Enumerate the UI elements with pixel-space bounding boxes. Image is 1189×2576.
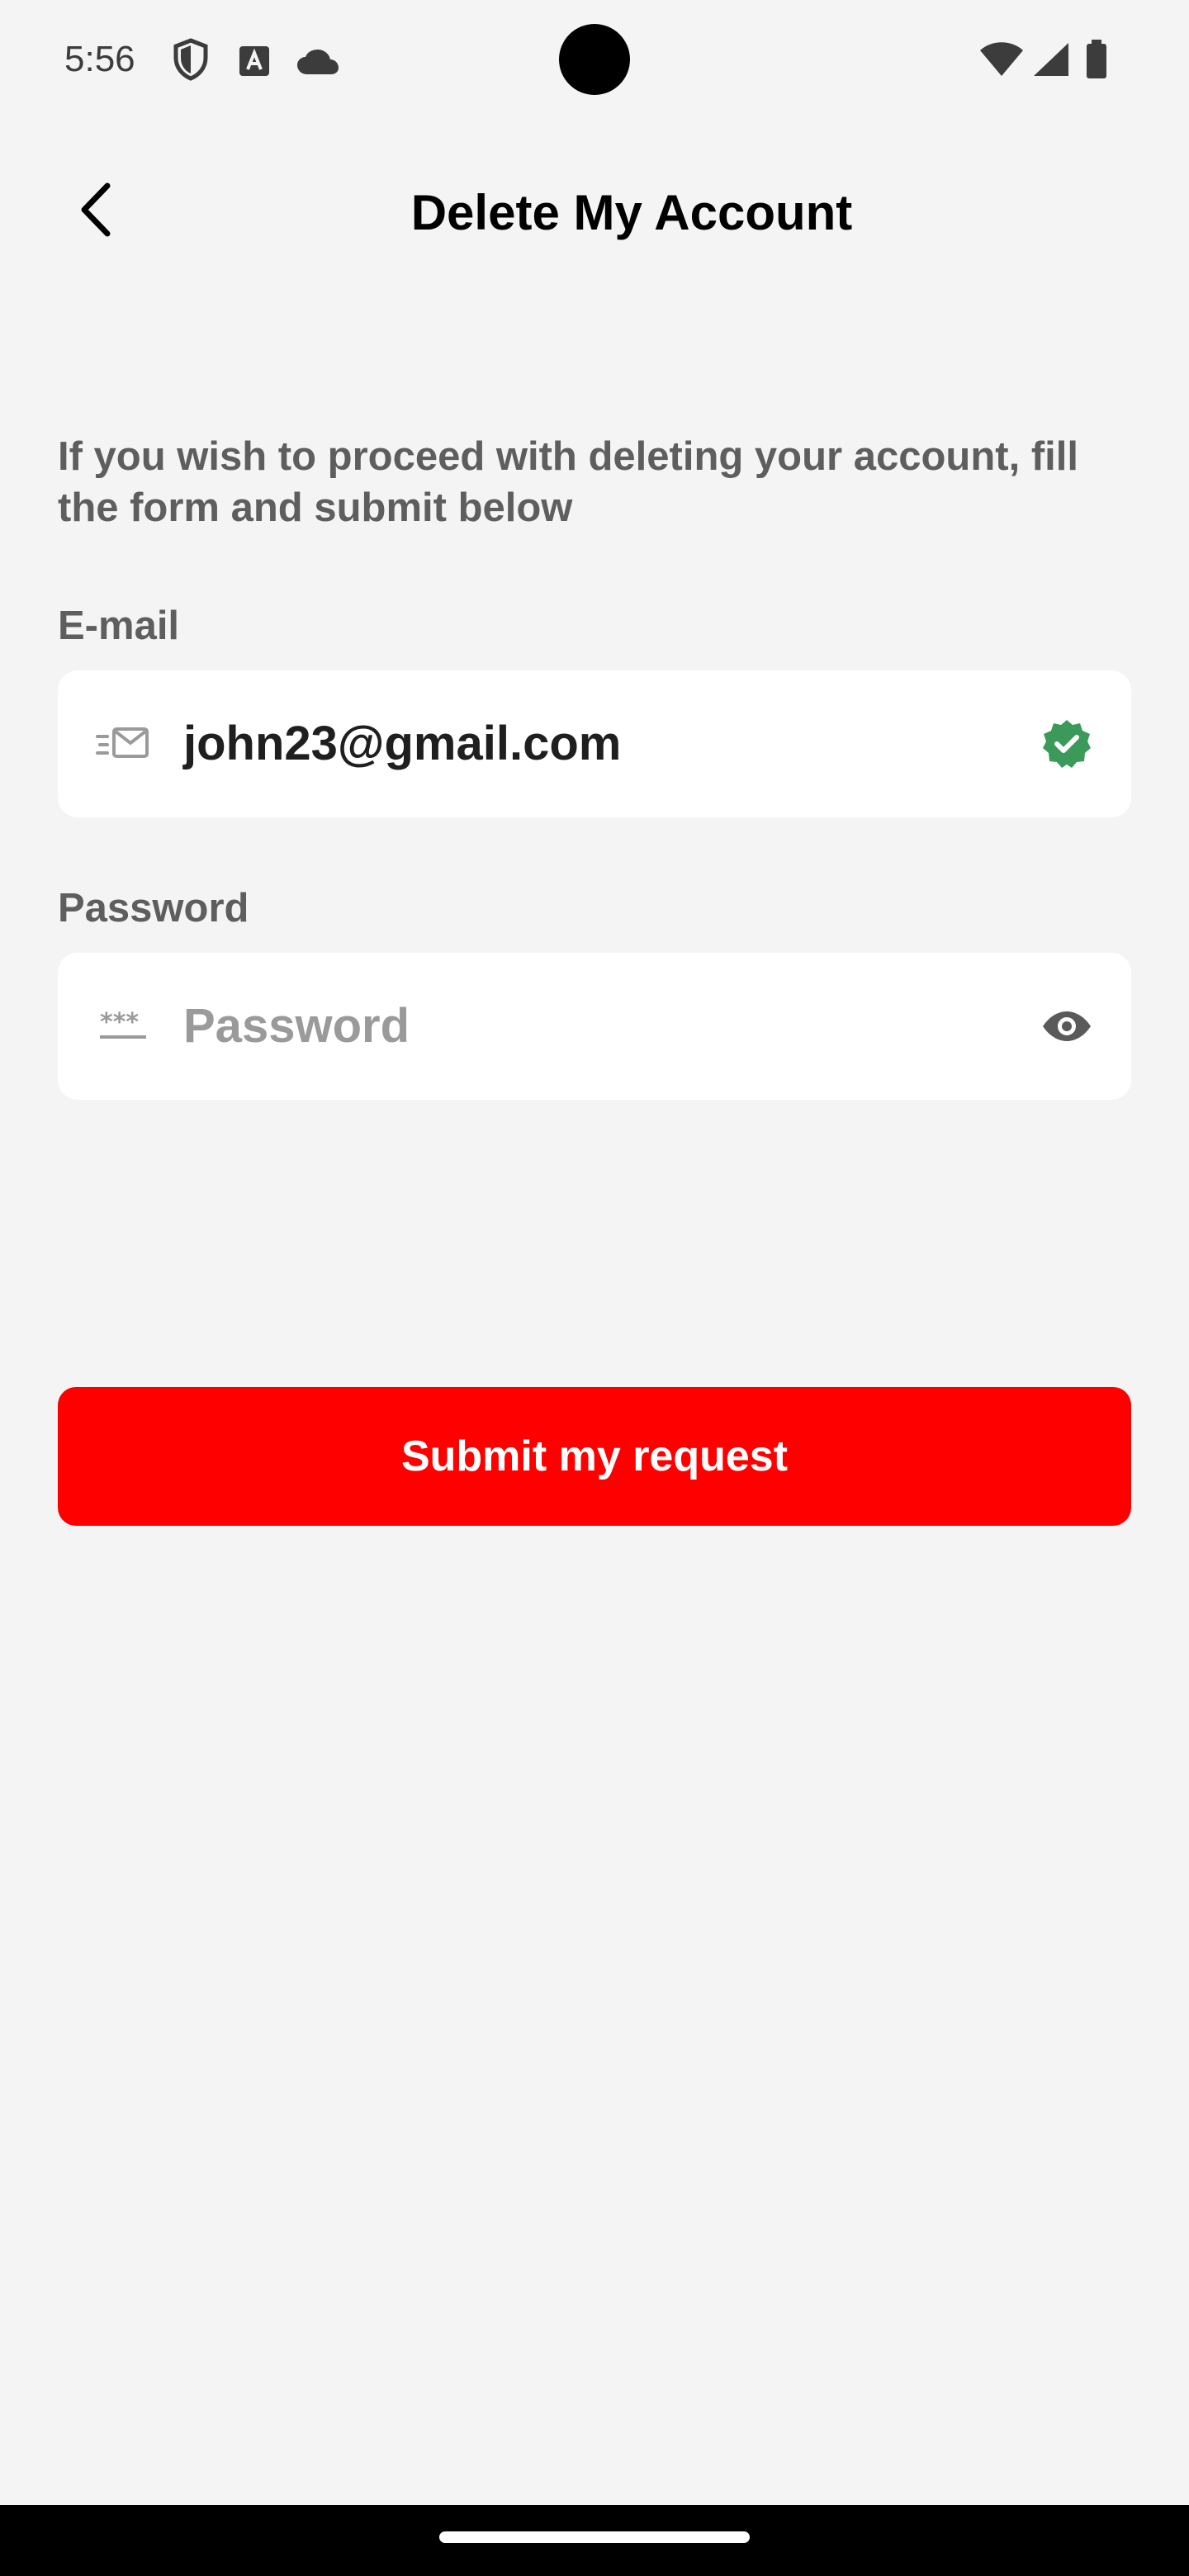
status-time: 5:56 xyxy=(64,39,135,79)
chevron-left-icon xyxy=(78,182,114,241)
password-field[interactable]: *** Password xyxy=(58,953,1131,1100)
mail-icon xyxy=(96,718,150,768)
submit-button[interactable]: Submit my request xyxy=(58,1387,1131,1526)
status-bar: 5:56 xyxy=(0,0,1189,119)
password-dots-icon: *** xyxy=(96,1001,150,1050)
navigation-bar xyxy=(0,2505,1189,2576)
eye-icon[interactable] xyxy=(1039,998,1095,1054)
font-download-icon xyxy=(238,45,271,82)
verified-check-icon xyxy=(1039,716,1095,772)
gesture-handle[interactable] xyxy=(439,2531,750,2543)
battery-icon xyxy=(1085,40,1108,83)
svg-text:***: *** xyxy=(100,1009,139,1037)
shield-icon xyxy=(172,38,210,85)
camera-cutout xyxy=(559,24,630,95)
wifi-icon xyxy=(979,41,1024,82)
back-button[interactable] xyxy=(63,178,129,244)
cloud-icon xyxy=(296,48,340,80)
password-input[interactable]: Password xyxy=(183,953,410,1100)
email-value: john23@gmail.com xyxy=(183,717,622,770)
intro-text: If you wish to proceed with deleting you… xyxy=(58,434,1078,530)
password-label: Password xyxy=(58,886,249,930)
cell-signal-icon xyxy=(1032,41,1070,82)
page-title: Delete My Account xyxy=(410,185,853,240)
email-field[interactable]: john23@gmail.com xyxy=(58,670,1131,817)
email-label: E-mail xyxy=(58,604,180,648)
